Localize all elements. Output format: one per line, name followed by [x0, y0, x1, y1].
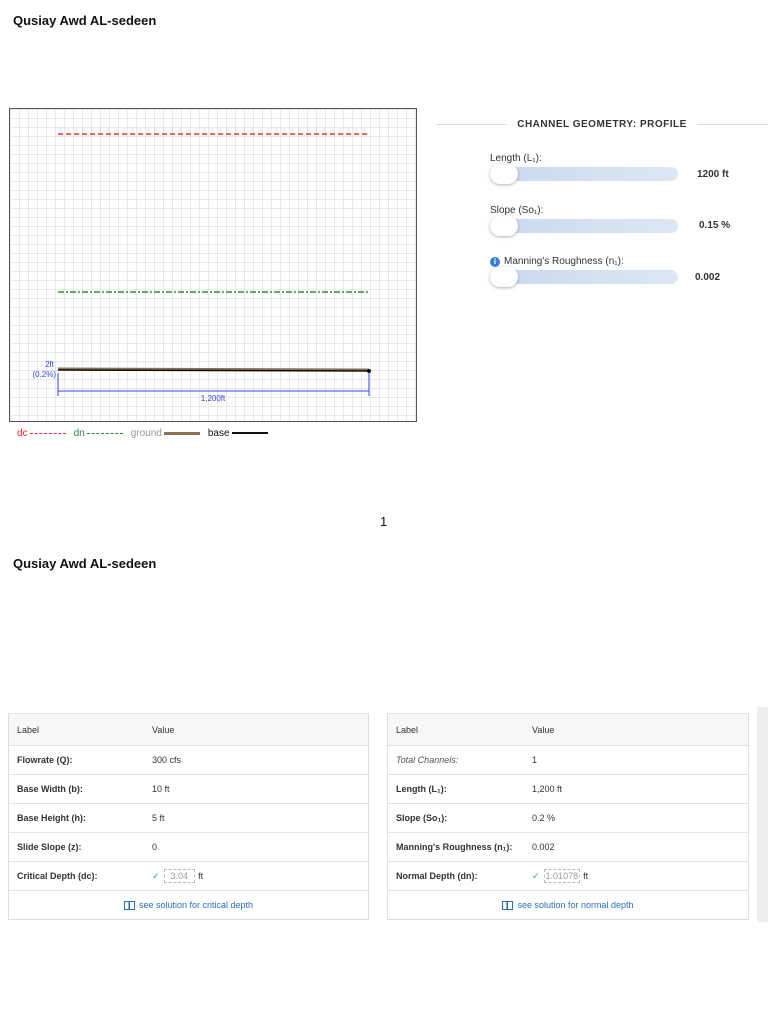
author-name: Qusiay Awd AL-sedeen [13, 13, 157, 28]
legend-dc: dc [17, 428, 66, 439]
length-slider[interactable] [490, 164, 678, 184]
normal-depth-output: 1.01078 [543, 869, 581, 883]
slider-handle[interactable] [490, 164, 518, 184]
table-row: Length (L₁): 1,200 ft [387, 774, 749, 804]
slope-value: 0.15 % [699, 220, 731, 231]
table-row: Flowrate (Q): 300 cfs [8, 745, 369, 775]
roughness-value: 0.002 [695, 272, 721, 283]
header-label: Label [387, 713, 524, 746]
critical-depth-output: 3.04 [163, 869, 196, 883]
slope-slider[interactable] [490, 216, 678, 236]
table-row: Total Channels: 1 [387, 745, 749, 775]
author-name: Qusiay Awd AL-sedeen [13, 556, 157, 571]
header-value: Value [144, 713, 369, 746]
legend-base: base [208, 428, 268, 439]
table-icon [123, 901, 135, 911]
roughness-label-row: i Manning's Roughness (n₁): [490, 256, 624, 267]
slider-handle[interactable] [490, 216, 518, 236]
length-label: Length (L₁): [490, 153, 542, 164]
table-row: Slide Slope (z): 0 [8, 832, 369, 862]
check-icon: ✓ [152, 871, 160, 881]
geometry-section-title: CHANNEL GEOMETRY: PROFILE [436, 119, 768, 130]
info-icon[interactable]: i [490, 257, 500, 267]
channel-profile-chart: 1,200ft 2ft (0.2%) [9, 108, 417, 422]
header-value: Value [524, 713, 749, 746]
check-icon: ✓ [532, 871, 540, 881]
normal-depth-table: Label Value Total Channels: 1 Length (L₁):… [387, 713, 749, 920]
table-row: Base Width (b): 10 ft [8, 774, 369, 804]
scrollbar[interactable] [757, 707, 768, 922]
table-icon [502, 901, 514, 911]
length-value: 1200 ft [697, 169, 729, 180]
length-dim-label: 1,200ft [201, 394, 226, 403]
legend-ground: ground [131, 428, 200, 439]
table-row: Critical Depth (dc): ✓ 3.04 ft [8, 861, 369, 891]
normal-solution-link[interactable]: see solution for normal depth [387, 890, 749, 920]
height-dim-label: 2ft [45, 360, 55, 369]
chart-legend: dc dn ground base [17, 428, 268, 439]
table-row: Normal Depth (dn): ✓ 1.01078 ft [387, 861, 749, 891]
slope-label: Slope (So₁): [490, 205, 544, 216]
roughness-slider[interactable] [490, 267, 678, 287]
header-label: Label [8, 713, 144, 746]
slope-dim-label: (0.2%) [32, 370, 56, 379]
table-row: Slope (So₁): 0.2 % [387, 803, 749, 833]
page-number: 1 [380, 514, 388, 529]
legend-dn: dn [74, 428, 123, 439]
slider-handle[interactable] [490, 267, 518, 287]
critical-solution-link[interactable]: see solution for critical depth [8, 890, 369, 920]
base-line [57, 369, 370, 372]
critical-depth-table: Label Value Flowrate (Q): 300 cfs Base Wid… [8, 713, 369, 920]
table-row: Manning's Roughness (n₁): 0.002 [387, 832, 749, 862]
table-row: Base Height (h): 5 ft [8, 803, 369, 833]
